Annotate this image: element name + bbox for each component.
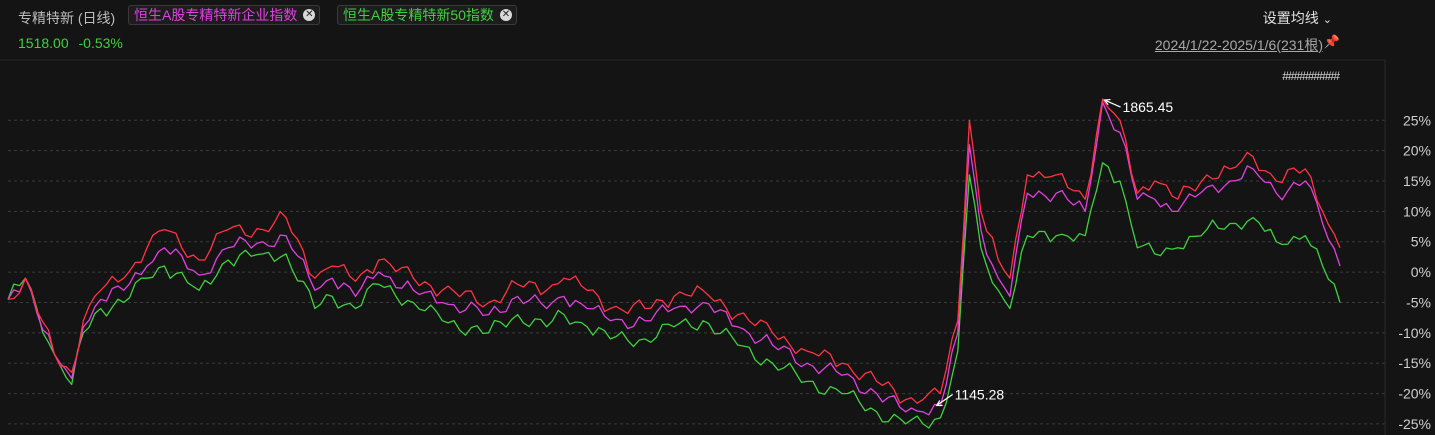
- y-tick-label: -15%: [1398, 355, 1431, 371]
- y-tick-label: -20%: [1398, 386, 1431, 402]
- y-tick-label: -5%: [1406, 294, 1431, 310]
- annotation-arrow: [936, 394, 953, 406]
- annotation-label: 1865.45: [1123, 99, 1174, 115]
- y-tick-label: 5%: [1411, 234, 1431, 250]
- series-line-green: [7, 162, 1341, 429]
- y-tick-label: -25%: [1398, 416, 1431, 432]
- series-line-magenta: [7, 101, 1341, 416]
- line-chart: 1865.45 1145.28 25% 20% 15% 10% 5% 0% -5% -10% -1…: [0, 59, 1431, 435]
- extreme-annotation: 1865.45: [1103, 98, 1174, 115]
- y-tick-label: 0%: [1411, 264, 1431, 280]
- y-tick-label: -10%: [1398, 325, 1431, 341]
- y-tick-label: 15%: [1403, 173, 1431, 189]
- annotation-label: 1145.28: [955, 386, 1005, 402]
- y-tick-label: 20%: [1403, 143, 1431, 159]
- series-line-red: [7, 98, 1341, 404]
- y-tick-label: 25%: [1403, 112, 1431, 128]
- y-tick-label: 10%: [1403, 203, 1431, 219]
